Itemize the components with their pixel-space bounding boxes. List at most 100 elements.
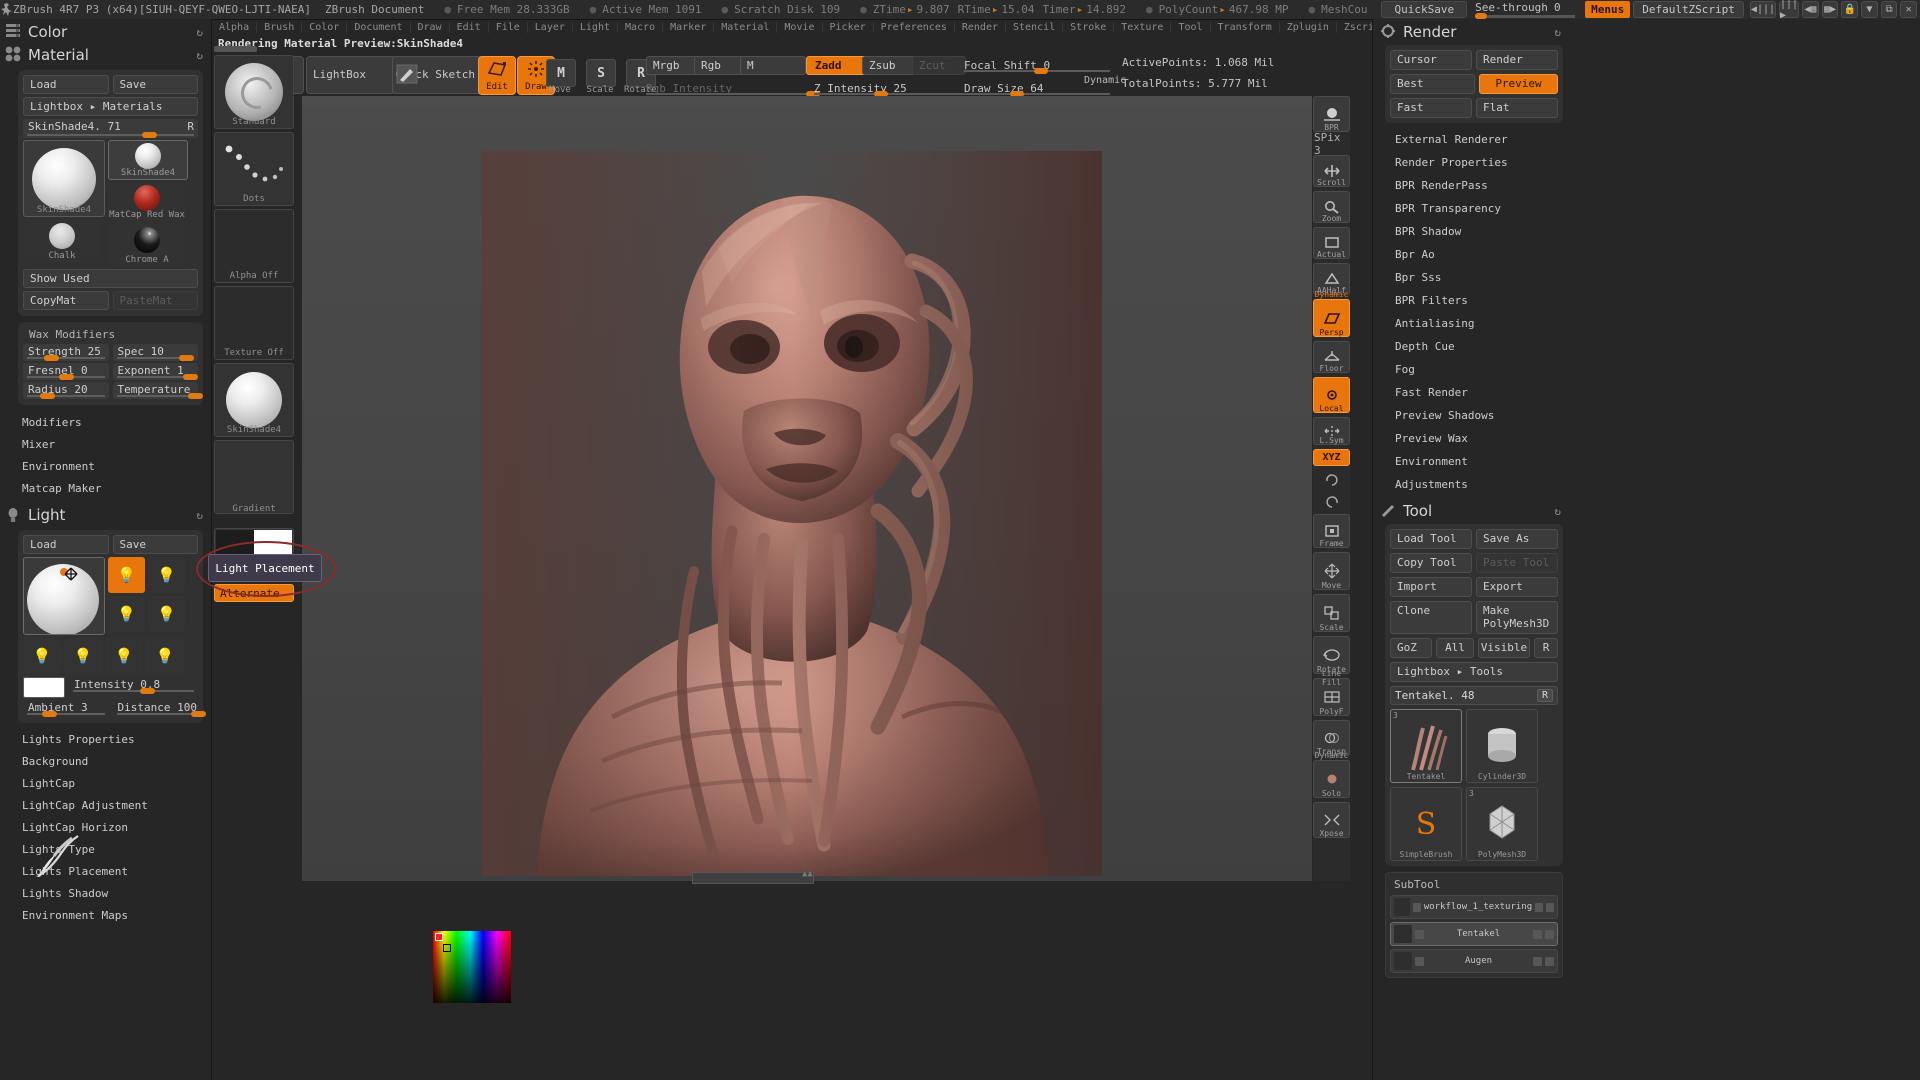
material-swatch-skinshade4[interactable]: SkinShade4 xyxy=(108,140,188,180)
slider-knob[interactable] xyxy=(139,688,155,694)
tool-thumb-simplebrush[interactable]: S SimpleBrush xyxy=(1390,787,1462,861)
color-picker[interactable] xyxy=(433,931,511,1003)
flat-button[interactable]: Flat xyxy=(1476,98,1558,118)
rgb-button[interactable]: Rgb xyxy=(694,56,744,75)
light-slot-7[interactable]: 💡 xyxy=(105,638,143,674)
lock-icon[interactable]: 🔒 xyxy=(1841,1,1859,18)
light-submenu-environment-maps[interactable]: Environment Maps xyxy=(0,905,211,927)
quicksave-button[interactable]: QuickSave xyxy=(1381,1,1468,18)
tool-lightbox-button[interactable]: Lightbox ▸ Tools xyxy=(1390,662,1558,682)
render-submenu-render-properties[interactable]: Render Properties xyxy=(1373,151,1569,174)
tool-thumb-tentakel[interactable]: 3 Tentakel xyxy=(1390,709,1462,783)
dynamic-label[interactable]: Dynamic xyxy=(1084,75,1126,86)
lightbox-button[interactable]: LightBox xyxy=(306,56,396,94)
menu-movie[interactable]: Movie xyxy=(777,22,823,33)
menu-texture[interactable]: Texture xyxy=(1114,22,1172,33)
menu-stencil[interactable]: Stencil xyxy=(1006,22,1064,33)
slider-knob[interactable] xyxy=(179,355,195,361)
light-submenu-background[interactable]: Background xyxy=(0,751,211,773)
render-button[interactable]: Render xyxy=(1476,50,1558,70)
wax-radius-slider[interactable]: Radius 20 xyxy=(23,382,109,399)
material-swatch-selected[interactable]: SkinShade4 xyxy=(23,140,105,217)
light-slot-6[interactable]: 💡 xyxy=(64,638,102,674)
render-submenu-external-renderer[interactable]: External Renderer xyxy=(1373,128,1569,151)
eye-icon[interactable] xyxy=(1545,956,1554,966)
light-palette-header[interactable]: Light ↻ xyxy=(0,502,211,528)
material-swatch-matcap-red-wax[interactable]: MatCap Red Wax xyxy=(108,183,186,221)
alpha-off-cell[interactable]: Alpha Off xyxy=(214,209,294,283)
light-submenu-lights-properties[interactable]: Lights Properties xyxy=(0,729,211,751)
persp-button[interactable]: Dynamic Persp xyxy=(1313,290,1350,337)
polyframe-button[interactable]: Line Fill PolyF xyxy=(1313,669,1350,716)
menu-color[interactable]: Color xyxy=(302,22,348,33)
xyz-button[interactable]: XYZ xyxy=(1313,449,1350,466)
tool-thumb-polymesh3d[interactable]: 3 PolyMesh3D xyxy=(1466,787,1538,861)
menu-light[interactable]: Light xyxy=(573,22,618,33)
slider-knob[interactable] xyxy=(191,711,207,717)
menu-file[interactable]: File xyxy=(489,22,528,33)
canvas-resize-handle[interactable] xyxy=(692,872,814,884)
render-submenu-preview-shadows[interactable]: Preview Shadows xyxy=(1373,404,1569,427)
material-submenu-matcap-maker[interactable]: Matcap Maker xyxy=(0,478,211,500)
see-through-slider[interactable]: See-through 0 xyxy=(1475,1,1576,19)
maximize-icon[interactable]: ⧉ xyxy=(1880,1,1898,18)
refresh-icon[interactable]: ↻ xyxy=(1554,26,1561,39)
focal-shift-slider[interactable]: Focal Shift 0 xyxy=(964,54,1110,74)
wax-exponent-slider[interactable]: Exponent 1 xyxy=(112,363,198,380)
goz-visible-button[interactable]: Visible xyxy=(1478,638,1530,658)
floor-button[interactable]: Floor xyxy=(1313,341,1350,373)
zadd-button[interactable]: Zadd xyxy=(806,56,868,75)
wax-fresnel-slider[interactable]: Fresnel 0 xyxy=(23,363,109,380)
render-submenu-bpr-shadow[interactable]: BPR Shadow xyxy=(1373,220,1569,243)
xpose-button[interactable]: Xpose xyxy=(1313,802,1350,838)
menu-draw[interactable]: Draw xyxy=(411,22,450,33)
visibility-icon[interactable] xyxy=(1412,902,1421,912)
creature-sculpt-model[interactable] xyxy=(482,151,1102,876)
rotate-handle-button[interactable] xyxy=(1314,470,1349,488)
scale-gizmo-button[interactable]: Scale xyxy=(1313,594,1350,632)
render-submenu-fog[interactable]: Fog xyxy=(1373,358,1569,381)
goz-all-button[interactable]: All xyxy=(1436,638,1474,658)
slider-knob[interactable] xyxy=(41,711,57,717)
material-submenu-mixer[interactable]: Mixer xyxy=(0,434,211,456)
minimize-icon[interactable]: ▼ xyxy=(1861,1,1878,18)
color-picker-cell[interactable]: Gradient xyxy=(214,440,511,1003)
material-slider-knob[interactable] xyxy=(142,132,157,138)
make-polymesh3d-button[interactable]: Make PolyMesh3D xyxy=(1476,601,1558,634)
light-load-button[interactable]: Load xyxy=(23,535,109,554)
light-slot-3[interactable]: 💡 xyxy=(108,596,145,632)
menu-picker[interactable]: Picker xyxy=(823,22,874,33)
material-swatch-chalk[interactable]: Chalk xyxy=(23,220,101,262)
slider-track[interactable] xyxy=(646,93,810,95)
slider-track[interactable] xyxy=(27,395,105,397)
tool-palette-header[interactable]: Tool ↻ xyxy=(1373,498,1569,524)
see-through-track[interactable] xyxy=(1475,13,1576,19)
menu-preferences[interactable]: Preferences xyxy=(874,22,955,33)
light-ambient-slider[interactable]: Ambient 3 xyxy=(23,700,109,717)
export-button[interactable]: Export xyxy=(1476,577,1558,597)
light-distance-slider[interactable]: Distance 100 xyxy=(113,700,207,717)
menu-edit[interactable]: Edit xyxy=(450,22,489,33)
zscript-button[interactable]: DefaultZScript xyxy=(1633,1,1744,18)
color-gradient-area[interactable] xyxy=(433,931,511,1003)
m-button[interactable]: M xyxy=(740,56,806,75)
stroke-dots-cell[interactable]: Dots xyxy=(214,132,294,206)
menu-layer[interactable]: Layer xyxy=(528,22,573,33)
material-r-button[interactable]: R xyxy=(187,120,194,133)
slider-knob[interactable] xyxy=(182,374,198,380)
menu-brush[interactable]: Brush xyxy=(257,22,303,33)
light-slot-8[interactable]: 💡 xyxy=(146,638,184,674)
local-button[interactable]: Local xyxy=(1313,377,1350,413)
rotate-handle2-button[interactable] xyxy=(1314,492,1349,510)
refresh-icon[interactable]: ↻ xyxy=(1554,505,1561,518)
slider-track[interactable] xyxy=(814,93,984,95)
best-button[interactable]: Best xyxy=(1390,74,1475,94)
menu-tool[interactable]: Tool xyxy=(1171,22,1211,33)
menu-alpha[interactable]: Alpha xyxy=(212,22,258,33)
copy-tool-button[interactable]: Copy Tool xyxy=(1390,553,1472,573)
render-submenu-fast-render[interactable]: Fast Render xyxy=(1373,381,1569,404)
menu-zplugin[interactable]: Zplugin xyxy=(1280,22,1337,33)
menu-stroke[interactable]: Stroke xyxy=(1063,22,1115,33)
light-save-button[interactable]: Save xyxy=(112,535,198,554)
paint-icon[interactable] xyxy=(1533,956,1542,966)
